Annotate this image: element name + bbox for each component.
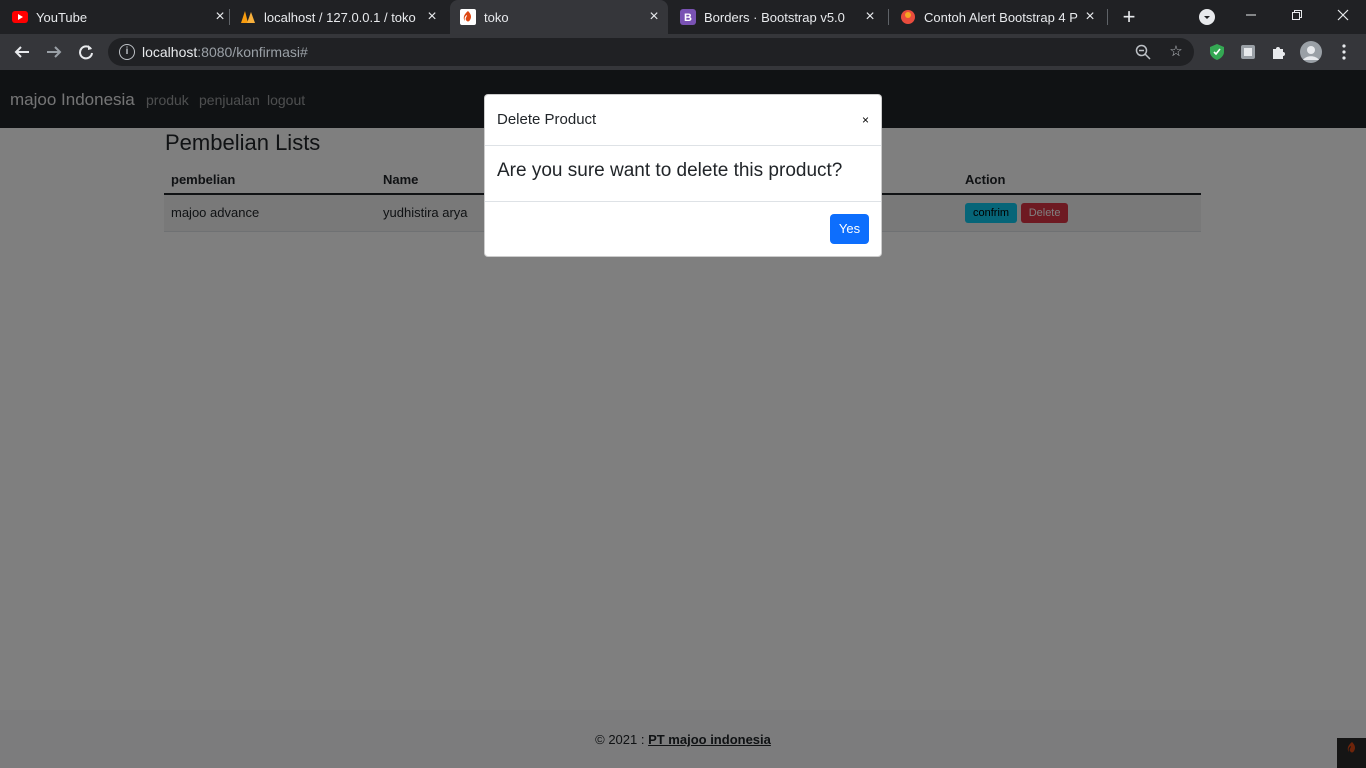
tab-separator xyxy=(888,9,889,25)
modal-message: Are you sure want to delete this product… xyxy=(497,160,843,181)
forward-button[interactable] xyxy=(42,40,66,64)
tab-separator xyxy=(1107,9,1108,25)
zoom-icon[interactable] xyxy=(1135,44,1151,60)
phpmyadmin-icon xyxy=(240,9,256,25)
reload-button[interactable] xyxy=(74,40,98,64)
browser-toolbar: i localhost:8080/konfirmasi# ☆ xyxy=(0,34,1366,70)
bootstrap-icon: B xyxy=(680,9,696,25)
info-icon[interactable]: i xyxy=(119,44,135,60)
close-tab-icon[interactable]: × xyxy=(212,9,228,25)
address-bar[interactable]: i localhost:8080/konfirmasi# ☆ xyxy=(108,38,1194,66)
yes-button[interactable]: Yes xyxy=(830,214,869,244)
delete-product-modal: Delete Product × Are you sure want to de… xyxy=(484,94,882,257)
modal-body: Are you sure want to delete this product… xyxy=(485,146,881,202)
close-tab-icon[interactable]: × xyxy=(862,9,878,25)
modal-close-button[interactable]: × xyxy=(862,113,869,127)
minimize-button[interactable] xyxy=(1228,0,1274,30)
back-button[interactable] xyxy=(10,40,34,64)
modal-title: Delete Product xyxy=(497,111,597,128)
menu-kebab-icon[interactable] xyxy=(1332,40,1356,64)
close-tab-icon[interactable]: × xyxy=(646,9,662,25)
tab-youtube[interactable]: YouTube × xyxy=(12,0,228,34)
modal-header: Delete Product × xyxy=(485,95,881,146)
url-text: localhost:8080/konfirmasi# xyxy=(142,44,308,60)
codeigniter-icon xyxy=(460,9,476,25)
bookmark-star-icon[interactable]: ☆ xyxy=(1168,44,1184,60)
tab-phpmyadmin[interactable]: localhost / 127.0.0.1 / toko | p × xyxy=(240,0,440,34)
puzzle-icon[interactable] xyxy=(1267,40,1291,64)
close-tab-icon[interactable]: × xyxy=(424,9,440,25)
new-tab-button[interactable]: + xyxy=(1119,6,1139,28)
tab-contoh-alert[interactable]: Contoh Alert Bootstrap 4 PHP × xyxy=(900,0,1098,34)
shield-extension-icon[interactable] xyxy=(1205,40,1229,64)
site-icon xyxy=(900,9,916,25)
tab-toko[interactable]: toko × xyxy=(450,0,668,34)
extension-icon[interactable] xyxy=(1236,40,1260,64)
avatar-icon[interactable] xyxy=(1299,40,1323,64)
tab-search-icon[interactable] xyxy=(1199,9,1215,25)
browser-tab-strip: YouTube × localhost / 127.0.0.1 / toko |… xyxy=(0,0,1366,34)
close-tab-icon[interactable]: × xyxy=(1082,9,1098,25)
youtube-icon xyxy=(12,9,28,25)
tab-separator xyxy=(229,9,230,25)
close-window-button[interactable] xyxy=(1320,0,1366,30)
tab-bootstrap[interactable]: B Borders · Bootstrap v5.0 × xyxy=(680,0,878,34)
restore-button[interactable] xyxy=(1274,0,1320,30)
page-content: majoo Indonesia produk penjualan logout … xyxy=(0,70,1366,768)
svg-text:B: B xyxy=(684,12,692,24)
